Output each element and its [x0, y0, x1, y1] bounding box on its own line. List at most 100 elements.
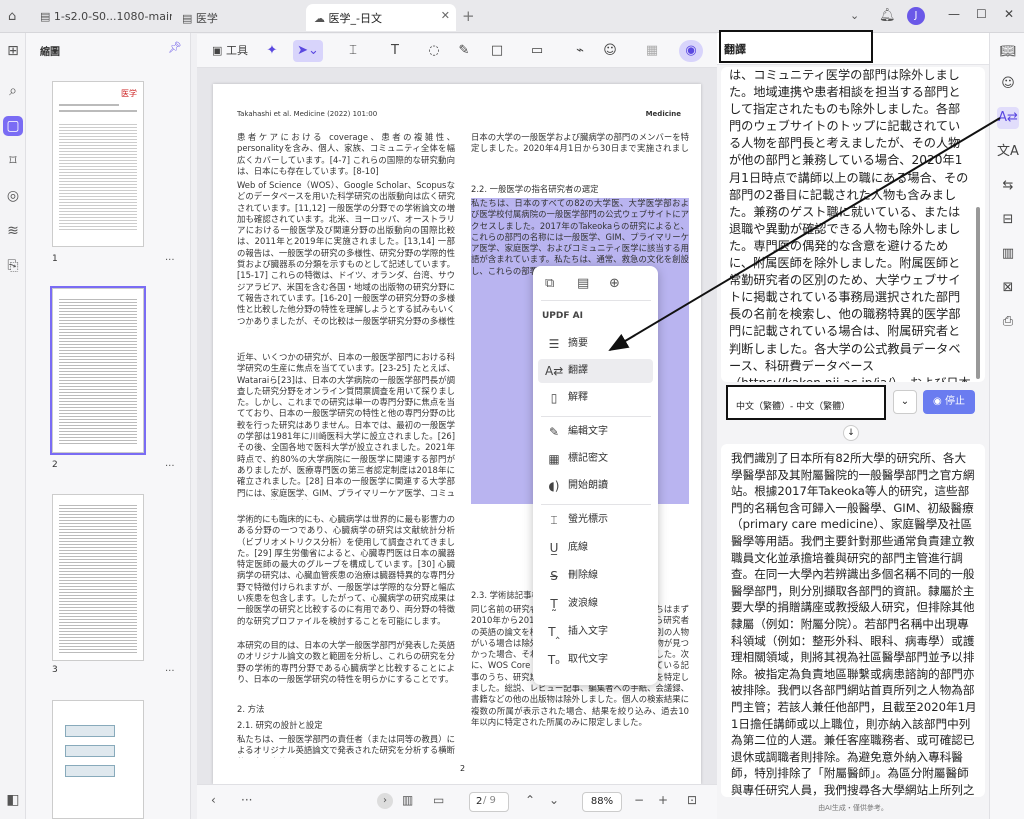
scrollbar[interactable]	[976, 207, 980, 379]
thumbnail-page-2[interactable]	[50, 286, 146, 455]
ai-sparkle-icon[interactable]: ✦	[261, 40, 283, 62]
source-text-box[interactable]: は、コミュニティ医学の部門は除外しました。地域連携や患者相談を担当する部門として…	[721, 67, 985, 382]
paste-icon[interactable]: ▤	[577, 276, 609, 291]
chevron-left-icon[interactable]: ‹	[211, 793, 216, 807]
new-tab-button[interactable]: +	[462, 7, 475, 25]
menu-item-underline[interactable]: U̲ 底線	[538, 536, 653, 560]
attach-icon[interactable]: ⌁	[569, 40, 591, 62]
share-icon[interactable]: ⎙	[997, 311, 1019, 333]
chevron-down-icon[interactable]: ⌄	[850, 9, 859, 22]
fit-page-icon[interactable]: ⊡	[687, 793, 697, 807]
chevron-right-icon[interactable]: ›	[377, 793, 393, 809]
copy-icon[interactable]: ⧉	[545, 276, 577, 291]
chevron-down-icon[interactable]: ⌄	[549, 793, 559, 807]
menu-item-translate[interactable]: A⇄ 翻譯	[538, 359, 653, 383]
menu-item-label: 螢光標示	[568, 514, 608, 525]
convert-icon[interactable]: ⇆	[997, 175, 1019, 197]
bookmark-icon[interactable]: ⌑	[3, 151, 23, 171]
ai-chat-icon[interactable]: ☺	[997, 73, 1019, 95]
comment-icon[interactable]: ◎	[3, 186, 23, 206]
thumbnail-page-3[interactable]	[52, 494, 144, 661]
thumbnail-more-button[interactable]: ...	[165, 252, 175, 263]
pen-icon[interactable]: ✎	[453, 40, 475, 62]
left-rail: ⊞ ⌕ ▢ ⌑ ◎ ≋ ⎘ ◧	[0, 33, 26, 819]
menu-item-highlight[interactable]: ⌶ 螢光標示	[538, 508, 653, 532]
menu-item-label: 標記密文	[568, 453, 608, 464]
page-header-left: Takahashi et al. Medicine (2022) 101:00	[237, 110, 378, 118]
menu-item-squiggly[interactable]: T̰ 波浪線	[538, 592, 653, 616]
zoom-in-icon[interactable]: +	[658, 793, 668, 807]
source-text: は、コミュニティ医学の部門は除外しました。地域連携や患者相談を担当する部門として…	[729, 68, 971, 382]
sticker-icon[interactable]: ☺	[599, 40, 621, 62]
stop-button[interactable]: ◉ 停止	[923, 390, 975, 414]
layers-bottom-icon[interactable]: ◧	[3, 790, 23, 810]
book-icon[interactable]: 📖︎	[997, 41, 1019, 63]
tab-1[interactable]: ▤ 1-s2.0-S0...1080-main	[32, 4, 172, 31]
thumbnail-more-button[interactable]: ...	[165, 458, 175, 469]
reading-mode-icon[interactable]: ▥	[402, 793, 413, 807]
menu-item-strikethrough[interactable]: S̶ 刪除線	[538, 564, 653, 588]
close-icon[interactable]: ✕	[441, 9, 450, 22]
close-window-button[interactable]: ✕	[1004, 7, 1014, 21]
page-number: 2	[460, 764, 466, 773]
menu-item-edit-text[interactable]: ✎ 編輯文字	[538, 420, 653, 444]
measure-icon[interactable]: ▭	[525, 40, 549, 62]
arrow-down-icon: ↓	[843, 425, 859, 441]
minimize-button[interactable]: —	[948, 7, 960, 21]
avatar[interactable]: J	[907, 7, 925, 25]
thumbnail-page-4[interactable]	[52, 700, 144, 819]
attachment-icon[interactable]: ⎘	[3, 256, 23, 276]
thumbnail-page-1[interactable]: 医学	[52, 81, 144, 247]
text-icon[interactable]: T	[383, 40, 407, 62]
language-select[interactable]: 中文（繁體）- 中文（繁體）	[726, 385, 886, 420]
translate-icon[interactable]: A⇄	[997, 107, 1019, 129]
menu-item-summary[interactable]: ☰ 摘要	[538, 332, 653, 356]
layers-icon[interactable]: ≋	[3, 221, 23, 241]
bell-icon[interactable]: 🔔︎	[879, 8, 896, 23]
shape-icon[interactable]: □	[485, 40, 509, 62]
mark-secret-icon: ▦	[548, 452, 560, 466]
paragraph: 日本の大学の一般医学および臓病学の部門のメンバーを特定しました。2020年4月1…	[471, 132, 689, 156]
paragraph: 近年、いくつかの研究が、日本の一般医学部門における科学研究の生産に焦点を当ててい…	[237, 352, 455, 500]
chevron-up-icon[interactable]: ⌃	[525, 793, 535, 807]
document-icon: ▤	[40, 10, 51, 23]
zoom-out-icon[interactable]: −	[634, 793, 644, 807]
text-box-icon[interactable]: ⌶	[341, 40, 365, 62]
ai-disclaimer: 由AI生成・僅供參考。	[818, 804, 888, 812]
menu-item-explain[interactable]: ▯ 解釋	[538, 386, 653, 410]
menu-item-redact[interactable]: ▦ 標記密文	[538, 447, 653, 471]
protect-icon[interactable]: ⊠	[997, 277, 1019, 299]
tools-button[interactable]: ▣ 工具	[203, 40, 257, 62]
apps-icon[interactable]: ⊞	[3, 41, 23, 61]
present-icon[interactable]: ▭	[433, 793, 444, 807]
select-cursor-icon[interactable]: ➤⌄	[293, 40, 323, 62]
home-icon[interactable]: ⌂	[8, 9, 16, 24]
page-total: / 9	[483, 795, 496, 806]
maximize-button[interactable]: ☐	[976, 7, 987, 21]
tab-label: 医学_-日文	[328, 12, 382, 25]
thumbnail-panel: 縮圖 📌︎ 医学 1 ... 2 ... 3 ...	[26, 33, 191, 819]
tab-3[interactable]: ☁ 医学_-日文 ✕	[306, 4, 456, 31]
more-icon[interactable]: ···	[241, 793, 252, 807]
menu-item-replace-text[interactable]: Tₒ 取代文字	[538, 648, 653, 672]
thumbnail-more-button[interactable]: ...	[165, 663, 175, 674]
search-icon[interactable]: ⌕	[3, 81, 23, 101]
add-note-icon[interactable]: ⊕	[609, 276, 641, 291]
ocr-icon[interactable]: ⊟	[997, 209, 1019, 231]
translation-output-box[interactable]: 我們識別了日本所有82所大學的研究所、各大學醫學部及其附屬醫院的一般醫學部門之官…	[721, 444, 985, 797]
chevron-down-icon[interactable]: ⌄	[893, 390, 917, 414]
save-icon[interactable]: ▦	[641, 40, 663, 62]
tab-2[interactable]: ▤ 医学	[174, 4, 304, 31]
menu-item-insert-text[interactable]: T‸ 插入文字	[538, 620, 653, 644]
zoom-level[interactable]: 88%	[582, 792, 622, 812]
organize-icon[interactable]: ▥	[997, 243, 1019, 265]
tab-label: 1-s2.0-S0...1080-main	[53, 10, 172, 23]
toolbox-icon: ▣	[212, 44, 223, 57]
ai-assistant-icon[interactable]: ◉	[679, 40, 703, 62]
pin-icon[interactable]: 📌︎	[168, 41, 182, 54]
menu-item-read-aloud[interactable]: ◖) 開始朗讀	[538, 474, 653, 498]
thumbnails-icon[interactable]: ▢	[3, 116, 23, 136]
comment-bubble-icon[interactable]: ◌	[423, 40, 445, 62]
menu-item-label: 解釋	[568, 392, 588, 403]
translate-doc-icon[interactable]: 文A	[997, 141, 1019, 163]
